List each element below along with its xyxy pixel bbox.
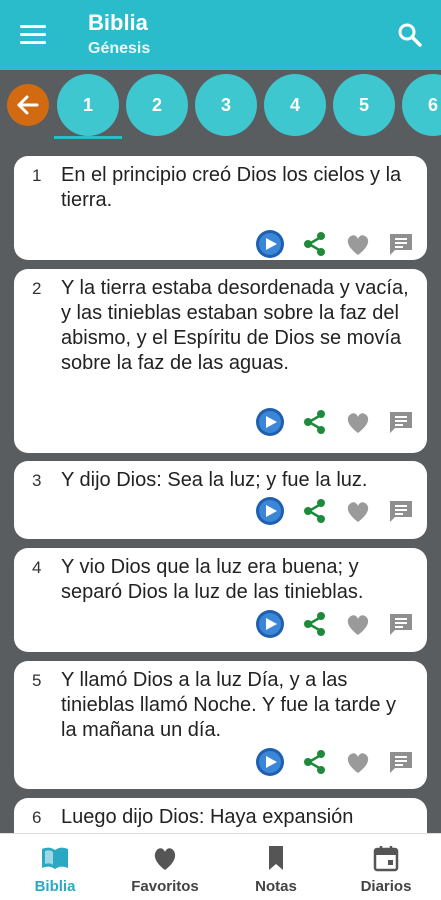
verse-actions [255,609,415,639]
chapter-button[interactable]: 6 [402,74,441,136]
chapter-button[interactable]: 5 [333,74,395,136]
verse-text: Y dijo Dios: Sea la luz; y fue la luz. [61,469,368,491]
nav-diarios[interactable]: Diarios [336,844,436,895]
play-icon[interactable] [255,407,285,437]
arrow-left-icon [17,95,39,115]
note-icon[interactable] [386,407,416,437]
share-icon[interactable] [300,747,330,777]
share-icon[interactable] [300,496,330,526]
play-icon[interactable] [255,747,285,777]
verse-card: 3 Y dijo Dios: Sea la luz; y fue la luz. [14,461,427,539]
note-icon[interactable] [386,747,416,777]
verse-text: Luego dijo Dios: Haya expansión [61,806,354,828]
verse-number: 4 [32,558,42,577]
verse-card: 1 En el principio creó Dios los cielos y… [14,156,427,260]
verse-text: Y la tierra estaba desordenada y vacía, … [61,277,409,374]
verse-card: 6 Luego dijo Dios: Haya expansión [14,798,427,833]
chapter-selector: 1 2 3 4 5 6 [0,70,441,142]
search-icon[interactable] [395,20,425,50]
verse-number: 2 [32,279,42,298]
heart-icon[interactable] [343,496,373,526]
verse-actions [255,407,415,437]
verse-number: 1 [32,166,42,185]
heart-icon [154,848,176,870]
share-icon[interactable] [300,609,330,639]
verse-actions [255,229,415,259]
share-icon[interactable] [300,229,330,259]
bookmark-icon [269,846,283,870]
verse-list[interactable]: 1 En el principio creó Dios los cielos y… [0,145,441,833]
chapter-button[interactable]: 3 [195,74,257,136]
share-icon[interactable] [300,407,330,437]
menu-icon[interactable] [20,22,48,48]
verse-card: 4 Y vio Dios que la luz era buena; y sep… [14,548,427,652]
chapter-button[interactable]: 2 [126,74,188,136]
heart-icon[interactable] [343,229,373,259]
calendar-icon [373,846,399,872]
nav-notas[interactable]: Notas [226,844,326,895]
nav-label: Notas [255,878,297,895]
selected-chapter-indicator [54,136,122,139]
play-icon[interactable] [255,609,285,639]
bottom-navigation: Biblia Favoritos Notas Diarios [0,833,441,900]
nav-favoritos[interactable]: Favoritos [115,844,215,895]
play-icon[interactable] [255,229,285,259]
verse-card: 2 Y la tierra estaba desordenada y vacía… [14,269,427,453]
app-title: Biblia [88,10,148,35]
play-icon[interactable] [255,496,285,526]
note-icon[interactable] [386,609,416,639]
note-icon[interactable] [386,496,416,526]
heart-icon[interactable] [343,407,373,437]
heart-icon[interactable] [343,747,373,777]
verse-actions [255,747,415,777]
verse-number: 6 [32,808,42,827]
verse-number: 3 [32,471,42,490]
chapter-button[interactable]: 1 [57,74,119,136]
nav-label: Diarios [360,878,412,895]
app-bar: Biblia Génesis [0,0,441,70]
nav-label: Favoritos [131,878,199,895]
back-button[interactable] [7,84,49,126]
nav-label: Biblia [34,878,76,895]
verse-card: 5 Y llamó Dios a la luz Día, y a las tin… [14,661,427,789]
verse-text: Y vio Dios que la luz era buena; y separ… [61,556,364,603]
chapter-button[interactable]: 4 [264,74,326,136]
note-icon[interactable] [386,229,416,259]
verse-number: 5 [32,671,42,690]
heart-icon[interactable] [343,609,373,639]
verse-text: En el principio creó Dios los cielos y l… [61,164,402,211]
book-subtitle[interactable]: Génesis [88,40,150,58]
nav-biblia[interactable]: Biblia [5,844,105,895]
verse-text: Y llamó Dios a la luz Día, y a las tinie… [61,669,397,741]
verse-actions [255,496,415,526]
book-icon [42,847,68,869]
